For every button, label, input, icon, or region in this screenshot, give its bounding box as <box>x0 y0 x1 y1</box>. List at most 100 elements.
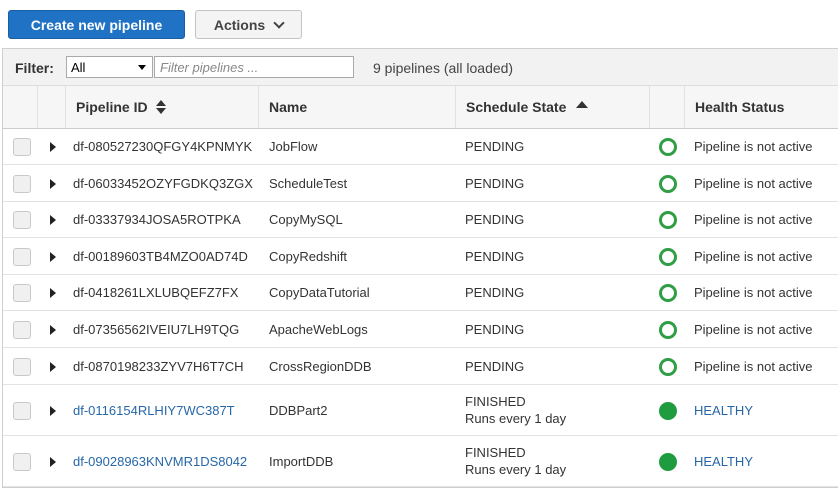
healthy-status-icon <box>659 452 677 471</box>
chevron-down-icon <box>273 16 285 29</box>
inactive-status-icon <box>659 357 677 376</box>
pipeline-name: CopyRedshift <box>269 248 348 264</box>
filter-select-value: All <box>71 60 86 75</box>
inactive-status-icon <box>659 284 677 302</box>
table-row[interactable]: df-0870198233ZYV7H6T7CH CrossRegionDDB PEN… <box>3 348 838 385</box>
health-status: Pipeline is not active <box>694 285 813 300</box>
row-checkbox[interactable] <box>13 138 31 156</box>
health-status[interactable]: HEALTHY <box>694 403 753 418</box>
header-health-icon-column <box>649 86 684 128</box>
table-row[interactable]: df-03337934JOSA5ROTPKA CopyMySQL PENDING Pi… <box>3 202 838 238</box>
header-name-label: Name <box>269 99 308 115</box>
create-pipeline-label: Create new pipeline <box>30 16 163 33</box>
pipeline-id: df-080527230QFGY4KPNMYK <box>73 139 253 154</box>
pipeline-id: df-03337934JOSA5ROTPKA <box>73 212 241 227</box>
table-row[interactable]: df-0116154RLHIY7WC387T DDBPart2 FINISHED Ru… <box>3 385 838 436</box>
row-checkbox[interactable] <box>13 247 31 266</box>
expand-row-icon[interactable] <box>50 288 56 298</box>
schedule-state: PENDING <box>465 358 525 374</box>
schedule-frequency: Runs every 1 day <box>465 410 567 426</box>
create-pipeline-button[interactable]: Create new pipeline <box>8 10 185 39</box>
table-row[interactable]: df-00189603TB4MZO0AD74D CopyRedshift PENDI… <box>3 238 838 275</box>
table-row[interactable]: df-080527230QFGY4KPNMYK JobFlow PENDING Pip… <box>3 129 838 165</box>
pipeline-name: ApacheWebLogs <box>269 321 368 337</box>
row-checkbox[interactable] <box>13 452 31 471</box>
header-expand-column <box>37 86 65 128</box>
header-pipeline-id[interactable]: Pipeline ID <box>65 86 258 128</box>
expand-row-icon[interactable] <box>50 251 56 262</box>
pipeline-name: CopyDataTutorial <box>269 285 370 300</box>
row-checkbox[interactable] <box>13 401 31 420</box>
health-status: Pipeline is not active <box>694 212 813 227</box>
schedule-state: PENDING <box>465 285 525 300</box>
actions-dropdown-button[interactable]: Actions <box>195 10 302 39</box>
header-select-column <box>3 86 37 128</box>
header-pipeline-id-label: Pipeline ID <box>76 99 148 115</box>
inactive-status-icon <box>659 174 677 193</box>
pipeline-name: JobFlow <box>269 139 318 154</box>
expand-row-icon[interactable] <box>50 456 56 467</box>
pipeline-id[interactable]: df-09028963KNVMR1DS8042 <box>73 454 247 469</box>
expand-row-icon[interactable] <box>50 405 56 416</box>
pipelines-panel: Filter: All Filter pipelines ... 9 pipel… <box>2 48 838 488</box>
expand-row-icon[interactable] <box>50 215 56 225</box>
header-health-status[interactable]: Health Status <box>684 86 838 128</box>
inactive-status-icon <box>659 211 677 229</box>
pipeline-count: 9 pipelines (all loaded) <box>373 60 514 76</box>
pipeline-name: CopyMySQL <box>269 212 343 227</box>
expand-row-icon[interactable] <box>50 361 56 372</box>
health-status: Pipeline is not active <box>694 139 813 154</box>
inactive-status-icon <box>659 138 677 156</box>
row-checkbox[interactable] <box>13 211 31 229</box>
schedule-state: PENDING <box>465 175 525 191</box>
filter-select[interactable]: All <box>66 56 153 78</box>
filter-search-input[interactable]: Filter pipelines ... <box>154 56 354 78</box>
schedule-state: FINISHED <box>465 444 526 460</box>
pipeline-id: df-06033452OZYFGDKQ3ZGX <box>73 175 253 191</box>
actions-label: Actions <box>213 16 266 33</box>
expand-row-icon[interactable] <box>50 142 56 152</box>
row-checkbox[interactable] <box>13 357 31 376</box>
header-name[interactable]: Name <box>258 86 455 128</box>
pipeline-name: ScheduleTest <box>269 175 348 191</box>
health-status: Pipeline is not active <box>694 248 813 264</box>
pipeline-name: ImportDDB <box>269 453 334 469</box>
dropdown-arrow-icon <box>138 65 146 70</box>
table-row[interactable]: df-09028963KNVMR1DS8042 ImportDDB FINISHED… <box>3 436 838 487</box>
schedule-state: PENDING <box>465 248 525 264</box>
header-schedule-state[interactable]: Schedule State <box>455 86 649 128</box>
filter-bar: Filter: All Filter pipelines ... 9 pipel… <box>3 49 838 86</box>
table-row[interactable]: df-0418261LXLUBQEFZ7FX CopyDataTutorial PE… <box>3 275 838 311</box>
header-health-status-label: Health Status <box>695 99 785 115</box>
row-checkbox[interactable] <box>13 320 31 339</box>
inactive-status-icon <box>659 320 677 339</box>
schedule-state: PENDING <box>465 212 525 227</box>
filter-search-placeholder: Filter pipelines ... <box>160 60 259 75</box>
expand-row-icon[interactable] <box>50 178 56 189</box>
sort-ascending-icon <box>576 100 589 108</box>
table-row[interactable]: df-06033452OZYFGDKQ3ZGX ScheduleTest PENDI… <box>3 165 838 202</box>
schedule-state: FINISHED <box>465 393 526 409</box>
health-status: Pipeline is not active <box>694 175 813 191</box>
table-row[interactable]: df-07356562IVEIU7LH9TQG ApacheWebLogs PEND… <box>3 311 838 348</box>
health-status: Pipeline is not active <box>694 321 813 337</box>
pipeline-id: df-0870198233ZYV7H6T7CH <box>73 358 244 374</box>
schedule-state: PENDING <box>465 139 525 154</box>
pipeline-id: df-0418261LXLUBQEFZ7FX <box>73 285 239 300</box>
sort-both-icon <box>155 100 166 114</box>
row-checkbox[interactable] <box>13 284 31 302</box>
header-schedule-state-label: Schedule State <box>466 99 567 115</box>
inactive-status-icon <box>659 247 677 266</box>
healthy-status-icon <box>659 401 677 420</box>
filter-label: Filter: <box>15 60 54 76</box>
schedule-frequency: Runs every 1 day <box>465 461 567 477</box>
health-status[interactable]: HEALTHY <box>694 454 753 469</box>
row-checkbox[interactable] <box>13 174 31 193</box>
pipeline-name: CrossRegionDDB <box>269 358 372 374</box>
pipeline-id[interactable]: df-0116154RLHIY7WC387T <box>73 403 235 418</box>
schedule-state: PENDING <box>465 321 525 337</box>
pipeline-id: df-07356562IVEIU7LH9TQG <box>73 321 240 337</box>
expand-row-icon[interactable] <box>50 324 56 335</box>
pipeline-id: df-00189603TB4MZO0AD74D <box>73 248 248 264</box>
health-status: Pipeline is not active <box>694 358 813 374</box>
